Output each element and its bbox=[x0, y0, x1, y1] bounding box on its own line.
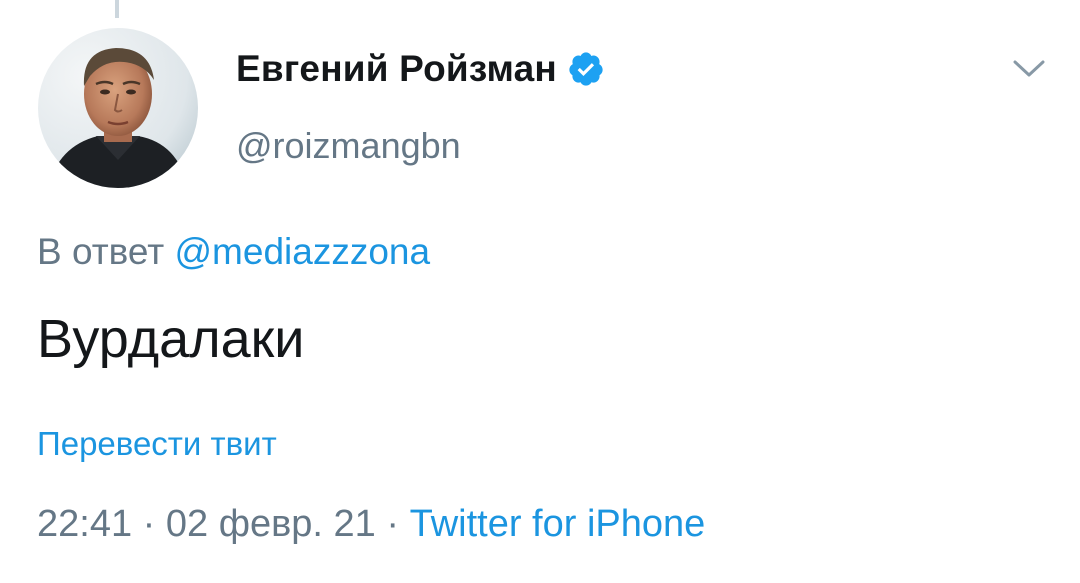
author-row: Евгений Ройзман bbox=[236, 48, 605, 90]
tweet-date[interactable]: 02 февр. 21 bbox=[166, 503, 376, 545]
thread-connector-line bbox=[115, 0, 119, 18]
author-handle[interactable]: @roizmangbn bbox=[236, 125, 461, 167]
author-display-name[interactable]: Евгений Ройзман bbox=[236, 48, 557, 90]
translate-tweet-link[interactable]: Перевести твит bbox=[37, 425, 277, 463]
meta-separator: · bbox=[386, 503, 400, 545]
verified-badge-icon bbox=[567, 50, 605, 88]
reply-mention-link[interactable]: @mediazzzona bbox=[175, 231, 431, 272]
avatar[interactable] bbox=[38, 28, 198, 188]
reply-prefix: В ответ bbox=[37, 231, 165, 272]
chevron-down-icon[interactable] bbox=[1011, 56, 1047, 82]
tweet-metadata: 22:41 · 02 февр. 21 · Twitter for iPhone bbox=[37, 503, 705, 546]
reply-context: В ответ @mediazzzona bbox=[37, 231, 430, 273]
tweet-text: Вурдалаки bbox=[37, 309, 305, 369]
tweet-time[interactable]: 22:41 bbox=[37, 503, 132, 545]
meta-separator: · bbox=[142, 503, 156, 545]
tweet-card: Евгений Ройзман @roizmangbn В ответ @med… bbox=[0, 0, 1080, 583]
tweet-source-link[interactable]: Twitter for iPhone bbox=[410, 503, 706, 545]
